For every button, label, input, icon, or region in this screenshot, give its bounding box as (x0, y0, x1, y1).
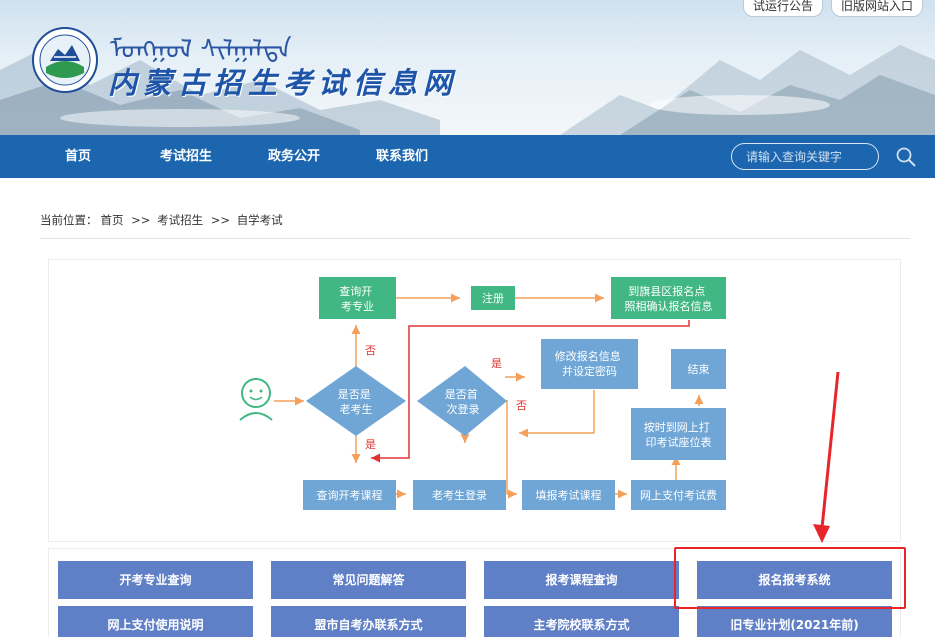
nav-government-affairs[interactable]: 政务公开 (268, 135, 320, 178)
breadcrumb-home[interactable]: 首页 (101, 213, 124, 227)
search-icon[interactable] (894, 145, 918, 169)
print-ticket-box (631, 408, 726, 460)
label-no: 否 (365, 344, 376, 357)
label-no: 否 (516, 399, 527, 412)
course-query-button[interactable]: 报考课程查询 (484, 561, 679, 599)
breadcrumb-prefix: 当前位置： (40, 213, 98, 227)
exam-authority-logo (32, 27, 98, 93)
main-nav: 首页 考试招生 政务公开 联系我们 (0, 135, 935, 178)
content-divider (40, 238, 910, 239)
flowchart-diagram: 查询开 考专业 注册 到旗县区报名点 照相确认报名信息 是否是 老考生 是否首 … (239, 277, 726, 510)
online-payment-guide-button[interactable]: 网上支付使用说明 (58, 606, 253, 637)
search-input[interactable] (731, 143, 879, 170)
node-end: 结束 (688, 363, 710, 376)
node-fill-course: 填报考试课程 (536, 488, 602, 502)
top-links: 试运行公告 旧版网站入口 (742, 0, 923, 17)
major-query-button[interactable]: 开考专业查询 (58, 561, 253, 599)
is-first-decision (417, 366, 507, 436)
annotation-highlight-box (674, 547, 906, 609)
breadcrumb-exam-admission[interactable]: 考试招生 (157, 213, 203, 227)
old-major-plan-button[interactable]: 旧专业计划(2021年前) (697, 606, 892, 637)
host-college-contacts-button[interactable]: 主考院校联系方式 (484, 606, 679, 637)
old-site-link[interactable]: 旧版网站入口 (830, 0, 923, 17)
node-old-login: 老考生登录 (432, 488, 487, 502)
breadcrumb-self-study-exam[interactable]: 自学考试 (237, 213, 283, 227)
registration-flowchart: 查询开 考专业 注册 到旗县区报名点 照相确认报名信息 是否是 老考生 是否首 … (48, 259, 901, 542)
faq-button[interactable]: 常见问题解答 (271, 561, 466, 599)
breadcrumb-separator: >> (210, 213, 231, 227)
nav-exam-admission[interactable]: 考试招生 (160, 135, 212, 178)
nav-contact-us[interactable]: 联系我们 (376, 135, 428, 178)
league-office-contacts-button[interactable]: 盟市自考办联系方式 (271, 606, 466, 637)
breadcrumb: 当前位置： 首页 >> 考试招生 >> 自学考试 (40, 212, 283, 228)
site-title: 内蒙古招生考试信息网 (108, 66, 459, 100)
label-yes: 是 (491, 357, 502, 370)
nav-home[interactable]: 首页 (65, 135, 91, 178)
label-yes: 是 (365, 438, 376, 451)
announcement-link[interactable]: 试运行公告 (742, 0, 823, 17)
breadcrumb-separator: >> (131, 213, 151, 227)
modify-info-box (541, 339, 638, 389)
node-pay-online: 网上支付考试费 (640, 489, 717, 502)
header-banner: 试运行公告 旧版网站入口 ᠮᠣᠩᠭᠣᠯ ᠰᠢᠯᠭᠠᠯᠲᠠ 内蒙古招生考试信息网 (0, 0, 935, 135)
node-register: 注册 (482, 291, 504, 305)
page-root: 试运行公告 旧版网站入口 ᠮᠣᠩᠭᠣᠯ ᠰᠢᠯᠭᠠᠯᠲᠠ 内蒙古招生考试信息网 … (0, 0, 935, 637)
person-icon (239, 378, 273, 421)
is-old-decision (306, 366, 406, 436)
node-query-course: 查询开考课程 (317, 488, 383, 502)
